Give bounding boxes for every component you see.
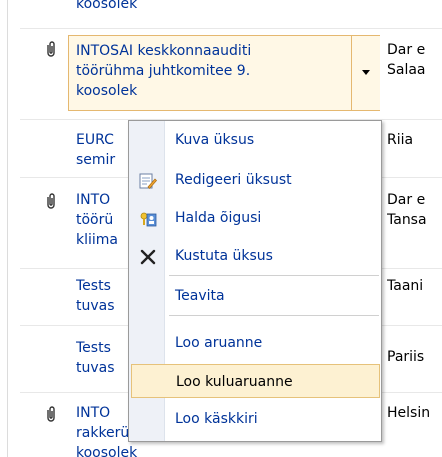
- location-line: Pariis: [387, 349, 425, 365]
- title-line: koosolek: [76, 0, 138, 12]
- menu-item-label: Kuva üksus: [175, 132, 255, 148]
- location-cell: Taani: [387, 276, 442, 296]
- list-item-title[interactable]: koosolek: [76, 0, 376, 14]
- location-line: Taani: [387, 278, 424, 294]
- location-cell: Helsin: [387, 403, 442, 423]
- manage-permissions-icon: [140, 212, 157, 227]
- menu-item-create-expense-report[interactable]: Loo kuluaruanne: [131, 364, 380, 398]
- list-item-title[interactable]: INTOSAI keskkonnaauditi töörühma juhtkom…: [76, 41, 376, 101]
- menu-separator: [169, 315, 379, 316]
- menu-item-label: Loo aruanne: [175, 335, 263, 351]
- menu-item-label: Loo kuluaruanne: [176, 374, 293, 390]
- menu-item-create-report[interactable]: Loo aruanne: [131, 326, 380, 360]
- location-line: Tansa: [387, 212, 427, 228]
- page-edge: [0, 0, 4, 457]
- edit-item-icon: [139, 173, 157, 190]
- menu-item-view-item[interactable]: Kuva üksus: [131, 123, 380, 157]
- item-context-menu: Kuva üksus Redigeeri üksust Halda õigusi: [128, 120, 382, 442]
- location-line: Helsin: [387, 405, 431, 421]
- menu-item-label: Kustuta üksus: [175, 248, 273, 264]
- item-menu-dropdown-button[interactable]: [351, 36, 380, 110]
- location-cell: Riia: [387, 130, 442, 150]
- menu-item-delete-item[interactable]: Kustuta üksus: [131, 239, 380, 273]
- menu-item-notify[interactable]: Teavita: [131, 279, 380, 313]
- menu-separator: [169, 275, 379, 276]
- menu-item-edit-item[interactable]: Redigeeri üksust: [131, 163, 380, 197]
- chevron-down-icon: [362, 70, 370, 75]
- title-line: töörühma juhtkomitee 9.: [76, 63, 251, 79]
- menu-item-create-order[interactable]: Loo käskkiri: [131, 402, 380, 436]
- menu-item-label: Teavita: [175, 288, 225, 304]
- location-line: Salaa: [387, 62, 426, 78]
- menu-item-label: Loo käskkiri: [175, 411, 258, 427]
- title-line: koosolek: [76, 445, 138, 457]
- location-cell: Dar e Salaa: [387, 40, 442, 80]
- title-line: INTOSAI keskkonnaauditi: [76, 43, 252, 59]
- attachment-icon: [47, 406, 55, 422]
- list-view: koosolek INTOSAI keskkonnaauditi töörühm…: [0, 0, 442, 457]
- attachment-icon: [47, 41, 55, 57]
- title-line: koosolek: [76, 83, 138, 99]
- location-line: Riia: [387, 132, 414, 148]
- location-line: Dar e: [387, 192, 426, 208]
- location-cell: Dar e Tansa: [387, 190, 442, 230]
- selected-list-item[interactable]: INTOSAI keskkonnaauditi töörühma juhtkom…: [68, 35, 380, 111]
- location-cell: Pariis: [387, 347, 442, 367]
- delete-x-icon: [140, 249, 156, 265]
- menu-item-manage-permissions[interactable]: Halda õigusi: [131, 201, 380, 235]
- menu-item-label: Redigeeri üksust: [175, 172, 292, 188]
- row-divider: [20, 28, 442, 29]
- location-line: Dar e: [387, 42, 426, 58]
- attachment-icon: [47, 193, 55, 209]
- menu-item-label: Halda õigusi: [175, 210, 262, 226]
- list-divider: [7, 0, 8, 457]
